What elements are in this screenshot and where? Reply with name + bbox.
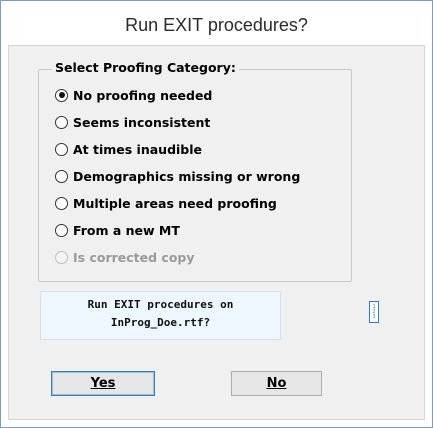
radio-label: Is corrected copy [73,249,195,265]
radio-button-icon[interactable] [55,169,68,183]
radio-button-icon[interactable] [55,223,68,237]
confirmation-message: Run EXIT procedures on InProg_Doe.rtf? [40,291,281,340]
radio-label: Seems inconsistent [73,114,211,130]
dialog-title: Run EXIT procedures? [125,15,308,35]
radio-label: From a new MT [73,222,180,238]
radio-label: Multiple areas need proofing [73,195,277,211]
radio-button-icon[interactable] [55,115,68,129]
proofing-category-legend: Select Proofing Category: [52,60,239,75]
radio-multiple-areas[interactable]: Multiple areas need proofing [55,193,277,213]
message-line-2: InProg_Doe.rtf? [110,316,211,329]
no-button[interactable]: No [231,371,322,396]
radio-is-corrected-copy: Is corrected copy [55,247,195,267]
radio-label: At times inaudible [73,141,203,157]
radio-at-times-inaudible[interactable]: At times inaudible [55,139,202,159]
radio-label: No proofing needed [73,87,213,103]
radio-seems-inconsistent[interactable]: Seems inconsistent [55,112,210,132]
yes-button[interactable]: Yes [51,371,155,396]
radio-button-icon[interactable] [55,142,68,156]
info-icon[interactable]: 123 [369,301,379,323]
radio-demographics-missing[interactable]: Demographics missing or wrong [55,166,300,186]
radio-button-icon[interactable] [55,196,68,210]
radio-button-icon [55,250,68,264]
radio-label: Demographics missing or wrong [73,168,301,184]
radio-from-new-mt[interactable]: From a new MT [55,220,180,240]
yes-button-label: Yes [90,376,116,391]
radio-button-icon[interactable] [55,88,68,102]
radio-no-proofing-needed[interactable]: No proofing needed [55,85,212,105]
message-line-1: Run EXIT procedures on [87,298,234,311]
no-button-label: No [266,376,287,391]
